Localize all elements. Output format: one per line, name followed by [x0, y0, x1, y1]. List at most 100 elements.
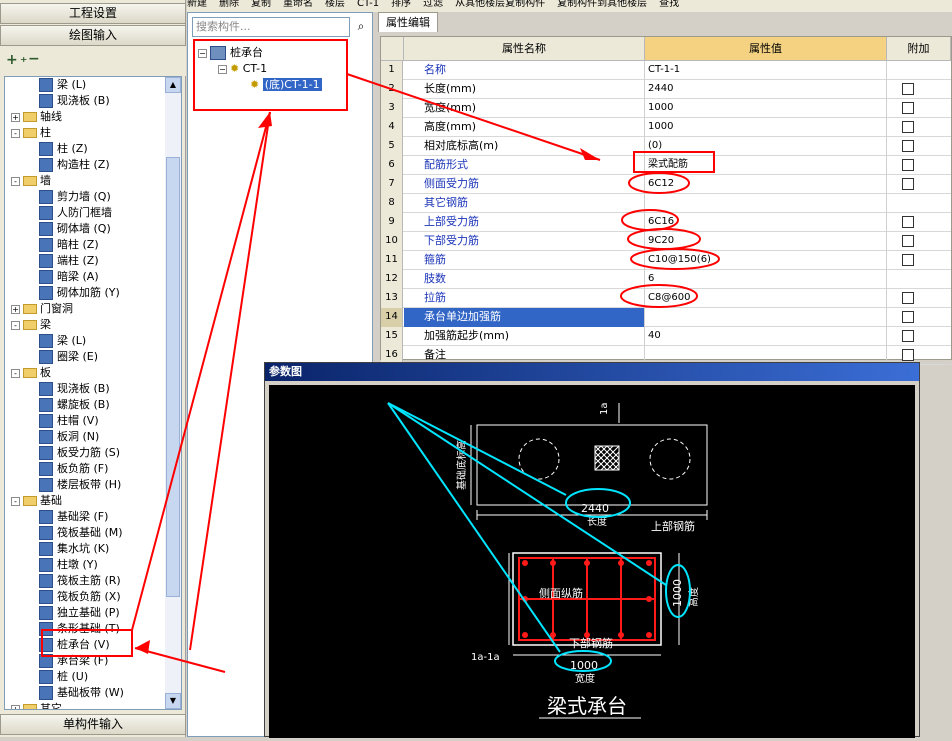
tree-item[interactable]: 集水坑 (K): [39, 541, 109, 557]
tree-child-item[interactable]: − ✹ CT-1: [218, 61, 267, 77]
tree-root-item[interactable]: − 桩承台: [198, 45, 263, 61]
extra-checkbox[interactable]: [902, 349, 914, 361]
tree-item[interactable]: 砌体墙 (Q): [39, 221, 111, 237]
toolbar-item[interactable]: 楼层: [325, 0, 345, 9]
property-row[interactable]: 1 名称 CT-1-1: [381, 61, 951, 80]
tree-item[interactable]: 筏板主筋 (R): [39, 573, 121, 589]
property-row[interactable]: 2 长度(mm) 2440: [381, 80, 951, 99]
toolbar-item[interactable]: 过滤: [423, 0, 443, 9]
tree-item[interactable]: 梁 (L): [39, 77, 86, 93]
tab-property-edit[interactable]: 属性编辑: [378, 12, 438, 32]
property-value[interactable]: (0): [645, 137, 887, 156]
toolbar-item[interactable]: 删除: [219, 0, 239, 9]
toolbar-item[interactable]: 复制构件到其他楼层: [557, 0, 647, 9]
tree-item[interactable]: 独立基础 (P): [39, 605, 120, 621]
tree-item[interactable]: 筏板负筋 (X): [39, 589, 121, 605]
tree-item[interactable]: 梁 (L): [39, 333, 86, 349]
tree-item[interactable]: 暗柱 (Z): [39, 237, 99, 253]
add-icon[interactable]: ₊: [20, 50, 27, 66]
toolbar-item[interactable]: CT-1: [357, 0, 379, 9]
collapse-icon[interactable]: -: [11, 128, 20, 138]
tree-item[interactable]: 桩承台 (V): [39, 637, 110, 653]
property-row[interactable]: 14 承台单边加强筋: [381, 308, 951, 327]
extra-checkbox[interactable]: [902, 83, 914, 95]
tree-item[interactable]: 条形基础 (T): [39, 621, 120, 637]
tree-item[interactable]: 圈梁 (E): [39, 349, 98, 365]
project-settings-button[interactable]: 工程设置: [0, 3, 186, 24]
extra-checkbox[interactable]: [902, 121, 914, 133]
toolbar-item[interactable]: 新建: [187, 0, 207, 9]
tree-item[interactable]: 端柱 (Z): [39, 253, 99, 269]
toolbar-item[interactable]: 查找: [659, 0, 679, 9]
drawing-input-button[interactable]: 绘图输入: [0, 25, 186, 46]
tree-scrollbar[interactable]: ▲ ▼: [165, 77, 181, 709]
tree-item[interactable]: 人防门框墙: [39, 205, 112, 221]
property-row[interactable]: 12 肢数 6: [381, 270, 951, 289]
scroll-down-icon[interactable]: ▼: [165, 693, 181, 709]
property-value[interactable]: [645, 194, 887, 213]
collapse-icon[interactable]: -: [11, 496, 20, 506]
collapse-icon[interactable]: -: [11, 368, 20, 378]
collapse-icon[interactable]: −: [218, 64, 227, 74]
collapse-icon[interactable]: −: [198, 48, 207, 58]
property-row[interactable]: 4 高度(mm) 1000: [381, 118, 951, 137]
tree-item[interactable]: 砌体加筋 (Y): [39, 285, 120, 301]
property-row[interactable]: 3 宽度(mm) 1000: [381, 99, 951, 118]
collapse-icon[interactable]: -: [11, 320, 20, 330]
property-value[interactable]: 1000: [645, 99, 887, 118]
tree-item[interactable]: 筏板基础 (M): [39, 525, 123, 541]
tree-item[interactable]: -板: [11, 365, 51, 381]
tree-item[interactable]: - 基础: [11, 493, 62, 509]
property-value[interactable]: 6C12: [645, 175, 887, 194]
single-component-input-button[interactable]: 单构件输入: [0, 714, 186, 735]
tree-item[interactable]: 基础梁 (F): [39, 509, 108, 525]
extra-checkbox[interactable]: [902, 140, 914, 152]
property-value[interactable]: 1000: [645, 118, 887, 137]
tree-item[interactable]: -柱: [11, 125, 51, 141]
scroll-thumb[interactable]: [166, 157, 180, 597]
property-row[interactable]: 11 箍筋 C10@150(6): [381, 251, 951, 270]
tree-item[interactable]: 柱墩 (Y): [39, 557, 98, 573]
property-value[interactable]: 40: [645, 327, 887, 346]
property-row[interactable]: 15 加强筋起步(mm) 40: [381, 327, 951, 346]
extra-checkbox[interactable]: [902, 102, 914, 114]
tree-item[interactable]: 柱帽 (V): [39, 413, 99, 429]
property-value[interactable]: 6C16: [645, 213, 887, 232]
toolbar-item[interactable]: 从其他楼层复制构件: [455, 0, 545, 9]
tree-item[interactable]: 现浇板 (B): [39, 381, 110, 397]
toolbar-item[interactable]: 重命名: [283, 0, 313, 9]
extra-checkbox[interactable]: [902, 311, 914, 323]
extra-checkbox[interactable]: [902, 178, 914, 190]
tree-item[interactable]: -梁: [11, 317, 51, 333]
property-row[interactable]: 8 其它钢筋: [381, 194, 951, 213]
scroll-up-icon[interactable]: ▲: [165, 77, 181, 93]
property-value[interactable]: 2440: [645, 80, 887, 99]
expand-icon[interactable]: +: [11, 112, 20, 122]
tree-item[interactable]: -墙: [11, 173, 51, 189]
expand-icon[interactable]: +: [11, 704, 20, 709]
extra-checkbox[interactable]: [902, 330, 914, 342]
tree-item[interactable]: + 轴线: [11, 109, 62, 125]
tree-item[interactable]: 基础板带 (W): [39, 685, 124, 701]
tree-item[interactable]: + 门窗洞: [11, 301, 73, 317]
property-value[interactable]: CT-1-1: [645, 61, 887, 80]
tree-item[interactable]: 螺旋板 (B): [39, 397, 110, 413]
tree-item[interactable]: 楼层板带 (H): [39, 477, 121, 493]
property-row[interactable]: 13 拉筋 C8@600: [381, 289, 951, 308]
tree-item[interactable]: 桩 (U): [39, 669, 88, 685]
search-icon[interactable]: ⌕: [352, 17, 370, 37]
extra-checkbox[interactable]: [902, 159, 914, 171]
tree-item[interactable]: + 其它: [11, 701, 62, 709]
toolbar-item[interactable]: 排序: [391, 0, 411, 9]
collapse-icon[interactable]: -: [11, 176, 20, 186]
tree-item[interactable]: 承台梁 (F): [39, 653, 108, 669]
collapse-all-icon[interactable]: −: [28, 51, 40, 67]
tree-item[interactable]: 柱 (Z): [39, 141, 88, 157]
property-value[interactable]: [645, 308, 887, 327]
tree-item[interactable]: 构造柱 (Z): [39, 157, 110, 173]
property-row[interactable]: 9 上部受力筋 6C16: [381, 213, 951, 232]
property-value[interactable]: 6: [645, 270, 887, 289]
property-value[interactable]: 梁式配筋: [645, 156, 887, 175]
tree-item[interactable]: 剪力墙 (Q): [39, 189, 111, 205]
property-row[interactable]: 6 配筋形式 梁式配筋: [381, 156, 951, 175]
